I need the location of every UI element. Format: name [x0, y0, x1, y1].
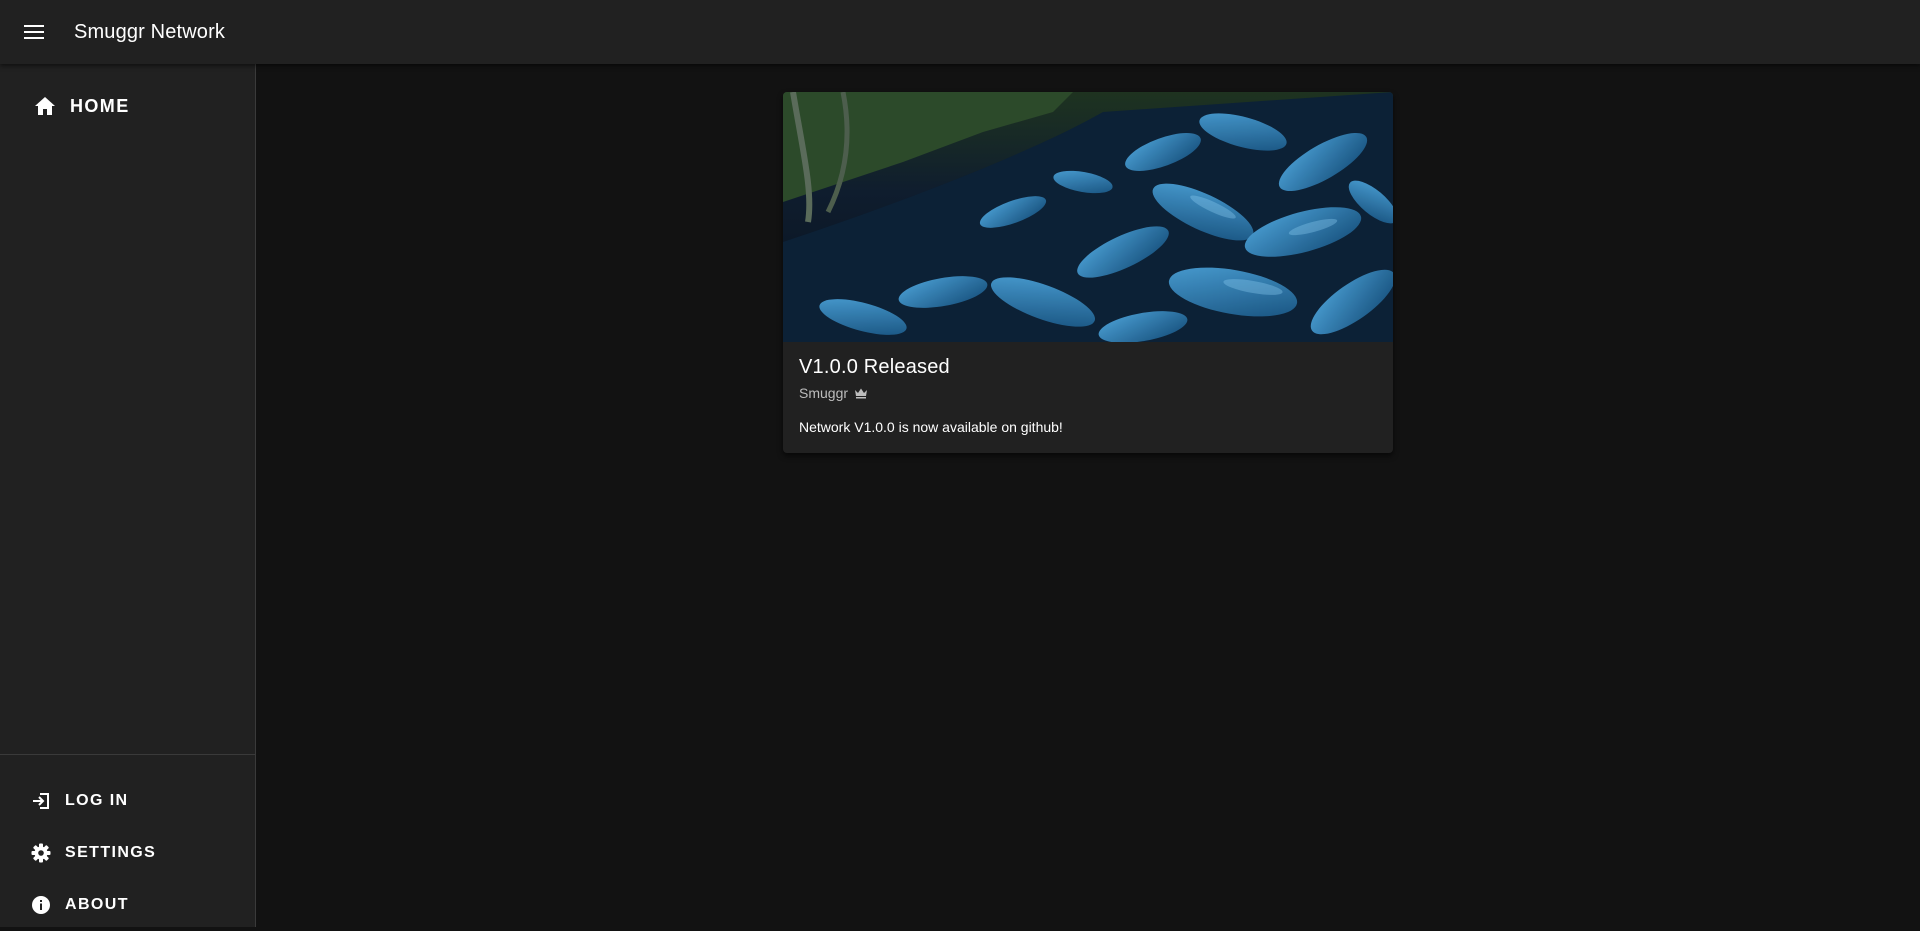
- post-image: [783, 92, 1393, 342]
- post-title: V1.0.0 Released: [799, 356, 950, 378]
- menu-icon: [23, 24, 45, 40]
- app-bar: Smuggr Network: [0, 0, 1920, 64]
- nav-item-settings-label: SETTINGS: [65, 844, 157, 861]
- login-icon: [31, 791, 51, 811]
- nav-item-home-label: HOME: [70, 95, 130, 116]
- nav-item-home[interactable]: HOME: [0, 84, 255, 128]
- info-icon: [31, 895, 51, 915]
- nav-item-login[interactable]: LOG IN: [0, 775, 255, 827]
- app-title: Smuggr Network: [74, 20, 226, 43]
- nav-item-login-label: LOG IN: [65, 792, 129, 809]
- post-author: Smuggr: [799, 385, 849, 401]
- drawer-bottom-section: LOG IN SETTINGS ABOUT: [0, 754, 255, 931]
- post-card-body: V1.0.0 Released Smuggr Network V1.0.0 is…: [783, 342, 1393, 435]
- nav-item-about-label: ABOUT: [65, 896, 129, 913]
- nav-item-settings[interactable]: SETTINGS: [0, 827, 255, 879]
- post-body: Network V1.0.0 is now available on githu…: [799, 419, 1063, 435]
- post-card[interactable]: V1.0.0 Released Smuggr Network V1.0.0 is…: [783, 92, 1393, 453]
- post-author-line: Smuggr: [799, 385, 1377, 401]
- navigation-drawer: HOME LOG IN SETTINGS ABOUT: [0, 64, 256, 927]
- nav-item-about[interactable]: ABOUT: [0, 879, 255, 931]
- menu-button[interactable]: [10, 8, 58, 56]
- home-icon: [34, 96, 56, 116]
- crown-icon: [854, 387, 868, 399]
- gear-icon: [31, 843, 51, 863]
